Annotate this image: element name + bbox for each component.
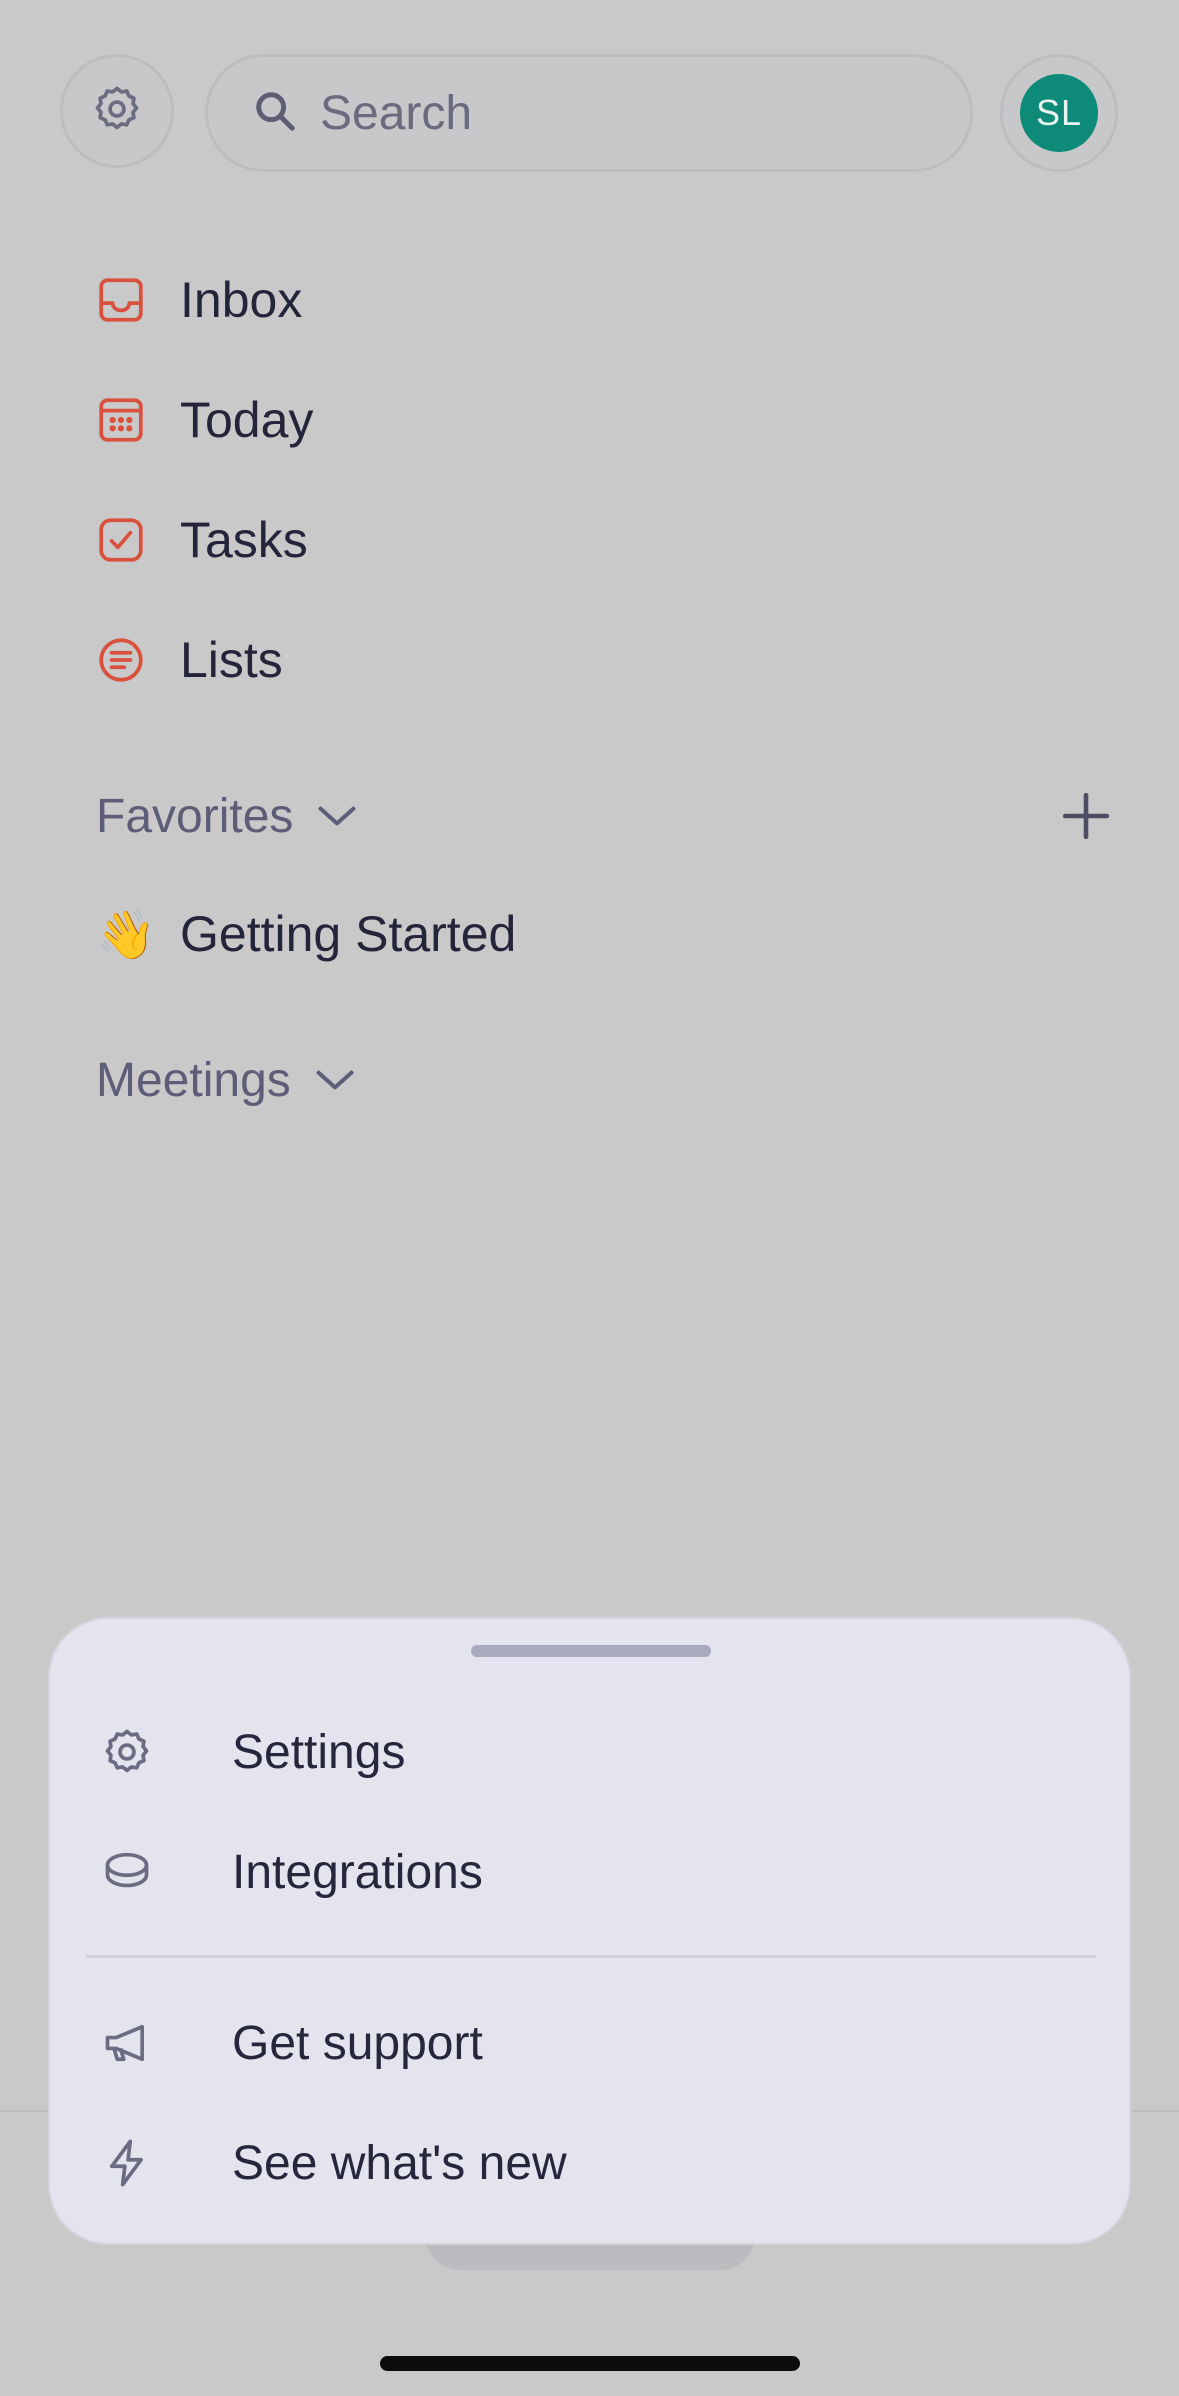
favorites-header[interactable]: Favorites xyxy=(96,776,1110,856)
nav-item-tasks[interactable]: Tasks xyxy=(96,480,1096,600)
nav-item-label: Inbox xyxy=(180,272,303,328)
menu-item-label: Settings xyxy=(232,1725,406,1779)
nav-item-inbox[interactable]: Inbox xyxy=(96,240,1096,360)
sheet-grabber[interactable] xyxy=(471,1645,711,1657)
menu-sheet: Settings Integrations Get support See wh… xyxy=(48,1617,1131,2245)
menu-item-settings[interactable]: Settings xyxy=(100,1702,1080,1802)
layers-icon xyxy=(100,1845,154,1899)
search-bar[interactable]: Search xyxy=(205,54,973,172)
menu-item-label: Get support xyxy=(232,2016,483,2070)
lightning-icon xyxy=(100,2136,154,2190)
favorite-item-label: Getting Started xyxy=(180,906,517,962)
meetings-title: Meetings xyxy=(96,1053,291,1107)
gear-icon xyxy=(91,83,143,140)
nav-item-lists[interactable]: Lists xyxy=(96,600,1096,720)
screen: Search SL Inbox Today Tasks Lists Favori… xyxy=(0,0,1179,2396)
menu-item-label: See what's new xyxy=(232,2136,567,2190)
gear-icon xyxy=(100,1725,154,1779)
menu-item-get-support[interactable]: Get support xyxy=(100,1993,1080,2093)
settings-button[interactable] xyxy=(60,54,174,168)
nav-item-label: Today xyxy=(180,392,314,448)
menu-item-see-whats-new[interactable]: See what's new xyxy=(100,2113,1080,2213)
nav-item-today[interactable]: Today xyxy=(96,360,1096,480)
home-indicator[interactable] xyxy=(380,2356,800,2371)
meetings-header[interactable]: Meetings xyxy=(96,1040,1096,1120)
waving-hand-icon: 👋 xyxy=(96,906,156,963)
main-nav: Inbox Today Tasks Lists xyxy=(96,240,1096,720)
nav-item-label: Lists xyxy=(180,632,283,688)
list-icon xyxy=(96,635,146,685)
search-icon xyxy=(252,88,298,139)
chevron-down-icon xyxy=(313,1065,357,1095)
top-bar: Search SL xyxy=(60,54,1118,172)
add-favorite-button[interactable] xyxy=(1056,786,1116,846)
favorite-item-getting-started[interactable]: 👋 Getting Started xyxy=(96,889,996,979)
menu-item-integrations[interactable]: Integrations xyxy=(100,1822,1080,1922)
favorites-title: Favorites xyxy=(96,789,294,843)
calendar-icon xyxy=(96,395,146,445)
profile-button[interactable]: SL xyxy=(1000,54,1118,172)
inbox-icon xyxy=(96,275,146,325)
chevron-down-icon xyxy=(315,801,359,831)
avatar: SL xyxy=(1020,74,1098,152)
nav-item-label: Tasks xyxy=(180,512,308,568)
megaphone-icon xyxy=(100,2016,154,2070)
menu-divider xyxy=(86,1955,1096,1958)
checkbox-icon xyxy=(96,515,146,565)
menu-item-label: Integrations xyxy=(232,1845,483,1899)
search-placeholder: Search xyxy=(320,86,473,140)
